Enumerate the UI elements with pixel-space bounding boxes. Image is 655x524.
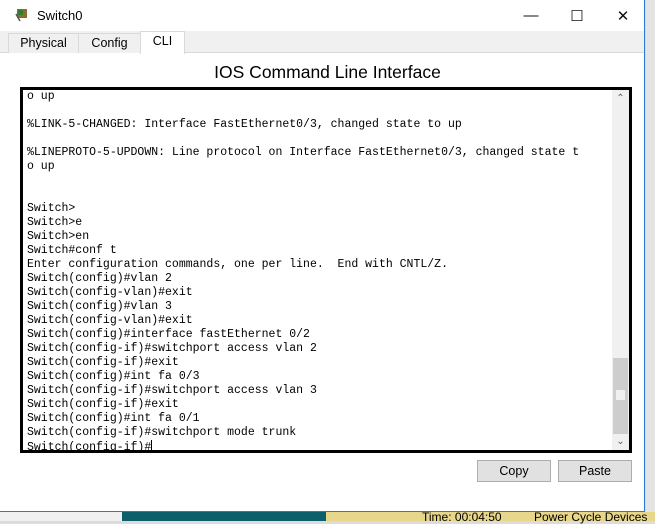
terminal-line: o up <box>27 160 55 173</box>
terminal-prompt: Switch(config-if)# <box>27 441 152 453</box>
paste-button[interactable]: Paste <box>558 460 632 482</box>
power-cycle-devices-button[interactable]: Power Cycle Devices <box>534 510 647 524</box>
terminal-line: Switch(config-if)#switchport access vlan… <box>27 342 317 355</box>
terminal-line: Switch(config-vlan)#exit <box>27 314 193 327</box>
scrollbar-thumb[interactable] <box>613 358 628 434</box>
terminal-line: Switch>e <box>27 216 83 229</box>
window-title: Switch0 <box>37 8 83 23</box>
switch-window: Switch0 — ☐ ✕ Physical Config CLI IOS Co… <box>0 0 645 512</box>
terminal-line: Enter configuration commands, one per li… <box>27 258 448 271</box>
tab-physical[interactable]: Physical <box>8 33 79 53</box>
terminal-line: %LINK-5-CHANGED: Interface FastEthernet0… <box>27 118 462 131</box>
terminal-line: Switch(config-if)#exit <box>27 356 179 369</box>
background-timebar: Time: 00:04:50 Power Cycle Devices <box>326 510 655 524</box>
terminal-scrollbar[interactable]: ⌃ ⌄ <box>612 90 629 450</box>
terminal-line: Switch>en <box>27 230 90 243</box>
copy-button[interactable]: Copy <box>477 460 551 482</box>
terminal-prompt-line[interactable]: Switch(config-if)# <box>27 440 579 453</box>
terminal-line: Switch(config-vlan)#exit <box>27 286 193 299</box>
terminal-line: %LINEPROTO-5-UPDOWN: Line protocol on In… <box>27 146 580 159</box>
terminal-line: Switch(config)#int fa 0/3 <box>27 370 200 383</box>
terminal-line: o up <box>27 90 55 103</box>
terminal-line: Switch(config-if)#exit <box>27 398 179 411</box>
terminal-line: Switch(config-if)#switchport access vlan… <box>27 384 317 397</box>
title-bar[interactable]: Switch0 — ☐ ✕ <box>0 0 644 31</box>
switch-app-icon <box>15 9 27 22</box>
scroll-up-icon[interactable]: ⌃ <box>612 90 629 107</box>
terminal-line: Switch(config-if)#switchport mode trunk <box>27 426 297 439</box>
terminal-line: Switch(config)#vlan 2 <box>27 272 172 285</box>
minimize-button[interactable]: — <box>508 0 554 31</box>
terminal-line: Switch(config)#int fa 0/1 <box>27 412 200 425</box>
tab-cli[interactable]: CLI <box>140 31 185 54</box>
cli-heading: IOS Command Line Interface <box>214 62 441 82</box>
time-readout: Time: 00:04:50 <box>422 510 502 524</box>
terminal-line: Switch> <box>27 202 76 215</box>
close-button[interactable]: ✕ <box>600 0 646 31</box>
scroll-down-icon[interactable]: ⌄ <box>612 433 629 450</box>
background-panel <box>122 512 326 521</box>
maximize-button[interactable]: ☐ <box>554 0 600 31</box>
background-status-bar: Time: 00:04:50 Power Cycle Devices <box>0 510 655 524</box>
terminal-line: Switch(config)#vlan 3 <box>27 300 172 313</box>
cli-terminal[interactable]: o up %LINK-5-CHANGED: Interface FastEther… <box>20 87 632 453</box>
tab-config[interactable]: Config <box>78 33 141 53</box>
terminal-line: Switch(config)#interface fastEthernet 0/… <box>27 328 310 341</box>
text-cursor <box>151 440 153 450</box>
terminal-output: o up %LINK-5-CHANGED: Interface FastEther… <box>27 90 580 453</box>
terminal-line: Switch#conf t <box>27 244 117 257</box>
tab-bar: Physical Config CLI <box>0 31 644 54</box>
